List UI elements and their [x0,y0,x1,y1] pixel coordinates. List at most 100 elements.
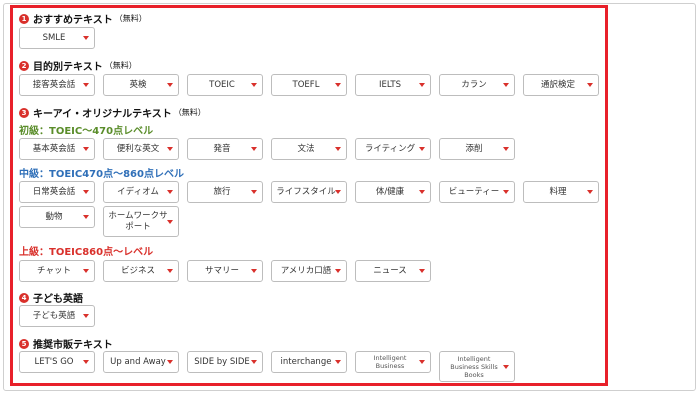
section-title: 目的別テキスト [33,62,103,73]
select-label: ニュース [373,265,407,276]
select-label: アメリカ口語 [280,265,332,276]
select-purpose-0[interactable]: 接客英会話 [19,74,95,96]
select-recommended-0[interactable]: SMLE [19,27,95,49]
caret-down-icon [251,83,257,87]
section-purpose-heading: 2 目的別テキスト （無料） [19,58,137,73]
caret-down-icon [503,83,509,87]
select-beginner-2[interactable]: 発音 [187,138,263,160]
select-label: SIDE by SIDE [194,356,250,367]
select-commercial-3[interactable]: interchange [271,351,347,373]
select-intermediate-1[interactable]: イディオム [103,181,179,203]
select-label: 添削 [465,143,483,154]
section-kids-heading: 4 子ども英語 [19,290,83,305]
select-intermediate-0[interactable]: 日常英会話 [19,181,95,203]
level-beginner-label: 初級：TOEIC～470点レベル [19,126,154,137]
section-note: （無料） [173,108,206,117]
number-badge-icon: 5 [19,338,29,349]
number-badge-icon: 2 [19,60,29,71]
select-label: 便利な英文 [116,143,160,154]
section-commercial-heading: 5 推奨市販テキスト [19,336,113,351]
select-advanced-2[interactable]: サマリー [187,260,263,282]
level-intermediate-label: 中級：TOEIC470点～860点レベル [19,169,184,180]
select-label: ライフスタイル [276,186,336,197]
caret-down-icon [83,36,89,40]
select-intermediate-7[interactable]: 動物 [19,206,95,228]
caret-down-icon [167,360,173,364]
select-advanced-0[interactable]: チャット [19,260,95,282]
caret-down-icon [335,147,341,151]
caret-down-icon [83,147,89,151]
select-purpose-1[interactable]: 英検 [103,74,179,96]
caret-down-icon [335,83,341,87]
select-label: TOEFL [292,79,320,90]
caret-down-icon [83,215,89,219]
caret-down-icon [167,83,173,87]
select-intermediate-2[interactable]: 旅行 [187,181,263,203]
caret-down-icon [251,360,257,364]
section-title: おすすめテキスト [33,15,113,26]
caret-down-icon [503,364,509,369]
select-advanced-3[interactable]: アメリカ口語 [271,260,347,282]
caret-down-icon [419,190,425,194]
select-intermediate-3[interactable]: ライフスタイル [271,181,347,203]
select-kids-0[interactable]: 子ども英語 [19,305,95,327]
select-label: チャット [37,265,71,276]
section-recommended-heading: 1 おすすめテキスト （無料） [19,11,147,26]
select-label: イディオム [117,186,159,197]
select-label: ライティング [364,143,416,154]
select-purpose-6[interactable]: 通訳検定 [523,74,599,96]
caret-down-icon [503,190,509,194]
select-purpose-3[interactable]: TOEFL [271,74,347,96]
caret-down-icon [419,147,425,151]
select-label: TOEIC [209,79,235,90]
select-advanced-4[interactable]: ニュース [355,260,431,282]
select-label: IELTS [378,79,402,90]
caret-down-icon [83,269,89,273]
select-commercial-2[interactable]: SIDE by SIDE [187,351,263,373]
select-label: 基本英会話 [32,143,76,154]
caret-down-icon [335,269,341,273]
select-beginner-1[interactable]: 便利な英文 [103,138,179,160]
select-label: 日常英会話 [32,186,76,197]
highlight-frame: 1 おすすめテキスト （無料） SMLE 2 目的別テキスト （無料） 接客英会… [10,5,608,386]
select-beginner-4[interactable]: ライティング [355,138,431,160]
select-label: Up and Away [110,356,166,367]
select-purpose-2[interactable]: TOEIC [187,74,263,96]
select-intermediate-8[interactable]: ホームワークサポート [103,206,179,237]
section-note: （無料） [114,14,147,23]
section-note: （無料） [104,61,137,70]
select-purpose-4[interactable]: IELTS [355,74,431,96]
caret-down-icon [587,190,593,194]
caret-down-icon [83,190,89,194]
section-title: キーアイ・オリジナルテキスト [33,109,172,120]
select-label: 動物 [45,211,63,222]
select-label: Intelligent Business Skills Books [450,354,498,379]
select-purpose-5[interactable]: カラン [439,74,515,96]
caret-down-icon [587,83,593,87]
caret-down-icon [83,314,89,318]
caret-down-icon [419,83,425,87]
select-commercial-4[interactable]: Intelligent Business [355,351,431,373]
select-beginner-5[interactable]: 添削 [439,138,515,160]
select-intermediate-5[interactable]: ビューティー [439,181,515,203]
caret-down-icon [83,360,89,364]
select-label: 通訳検定 [540,79,575,90]
select-beginner-3[interactable]: 文法 [271,138,347,160]
caret-down-icon [419,269,425,273]
select-label: ビューティー [448,186,500,197]
select-intermediate-6[interactable]: 料理 [523,181,599,203]
select-advanced-1[interactable]: ビジネス [103,260,179,282]
level-advanced-label: 上級：TOEIC860点～レベル [19,247,154,258]
caret-down-icon [419,360,425,364]
select-intermediate-4[interactable]: 体/健康 [355,181,431,203]
select-label: 旅行 [213,186,231,197]
select-label: 発音 [213,143,231,154]
section-title: 推奨市販テキスト [33,340,113,351]
caret-down-icon [503,147,509,151]
select-beginner-0[interactable]: 基本英会話 [19,138,95,160]
section-title: 子ども英語 [33,294,83,305]
select-commercial-5[interactable]: Intelligent Business Skills Books [439,351,515,382]
select-commercial-0[interactable]: LET'S GO [19,351,95,373]
select-commercial-1[interactable]: Up and Away [103,351,179,373]
select-label: サマリー [204,265,239,276]
